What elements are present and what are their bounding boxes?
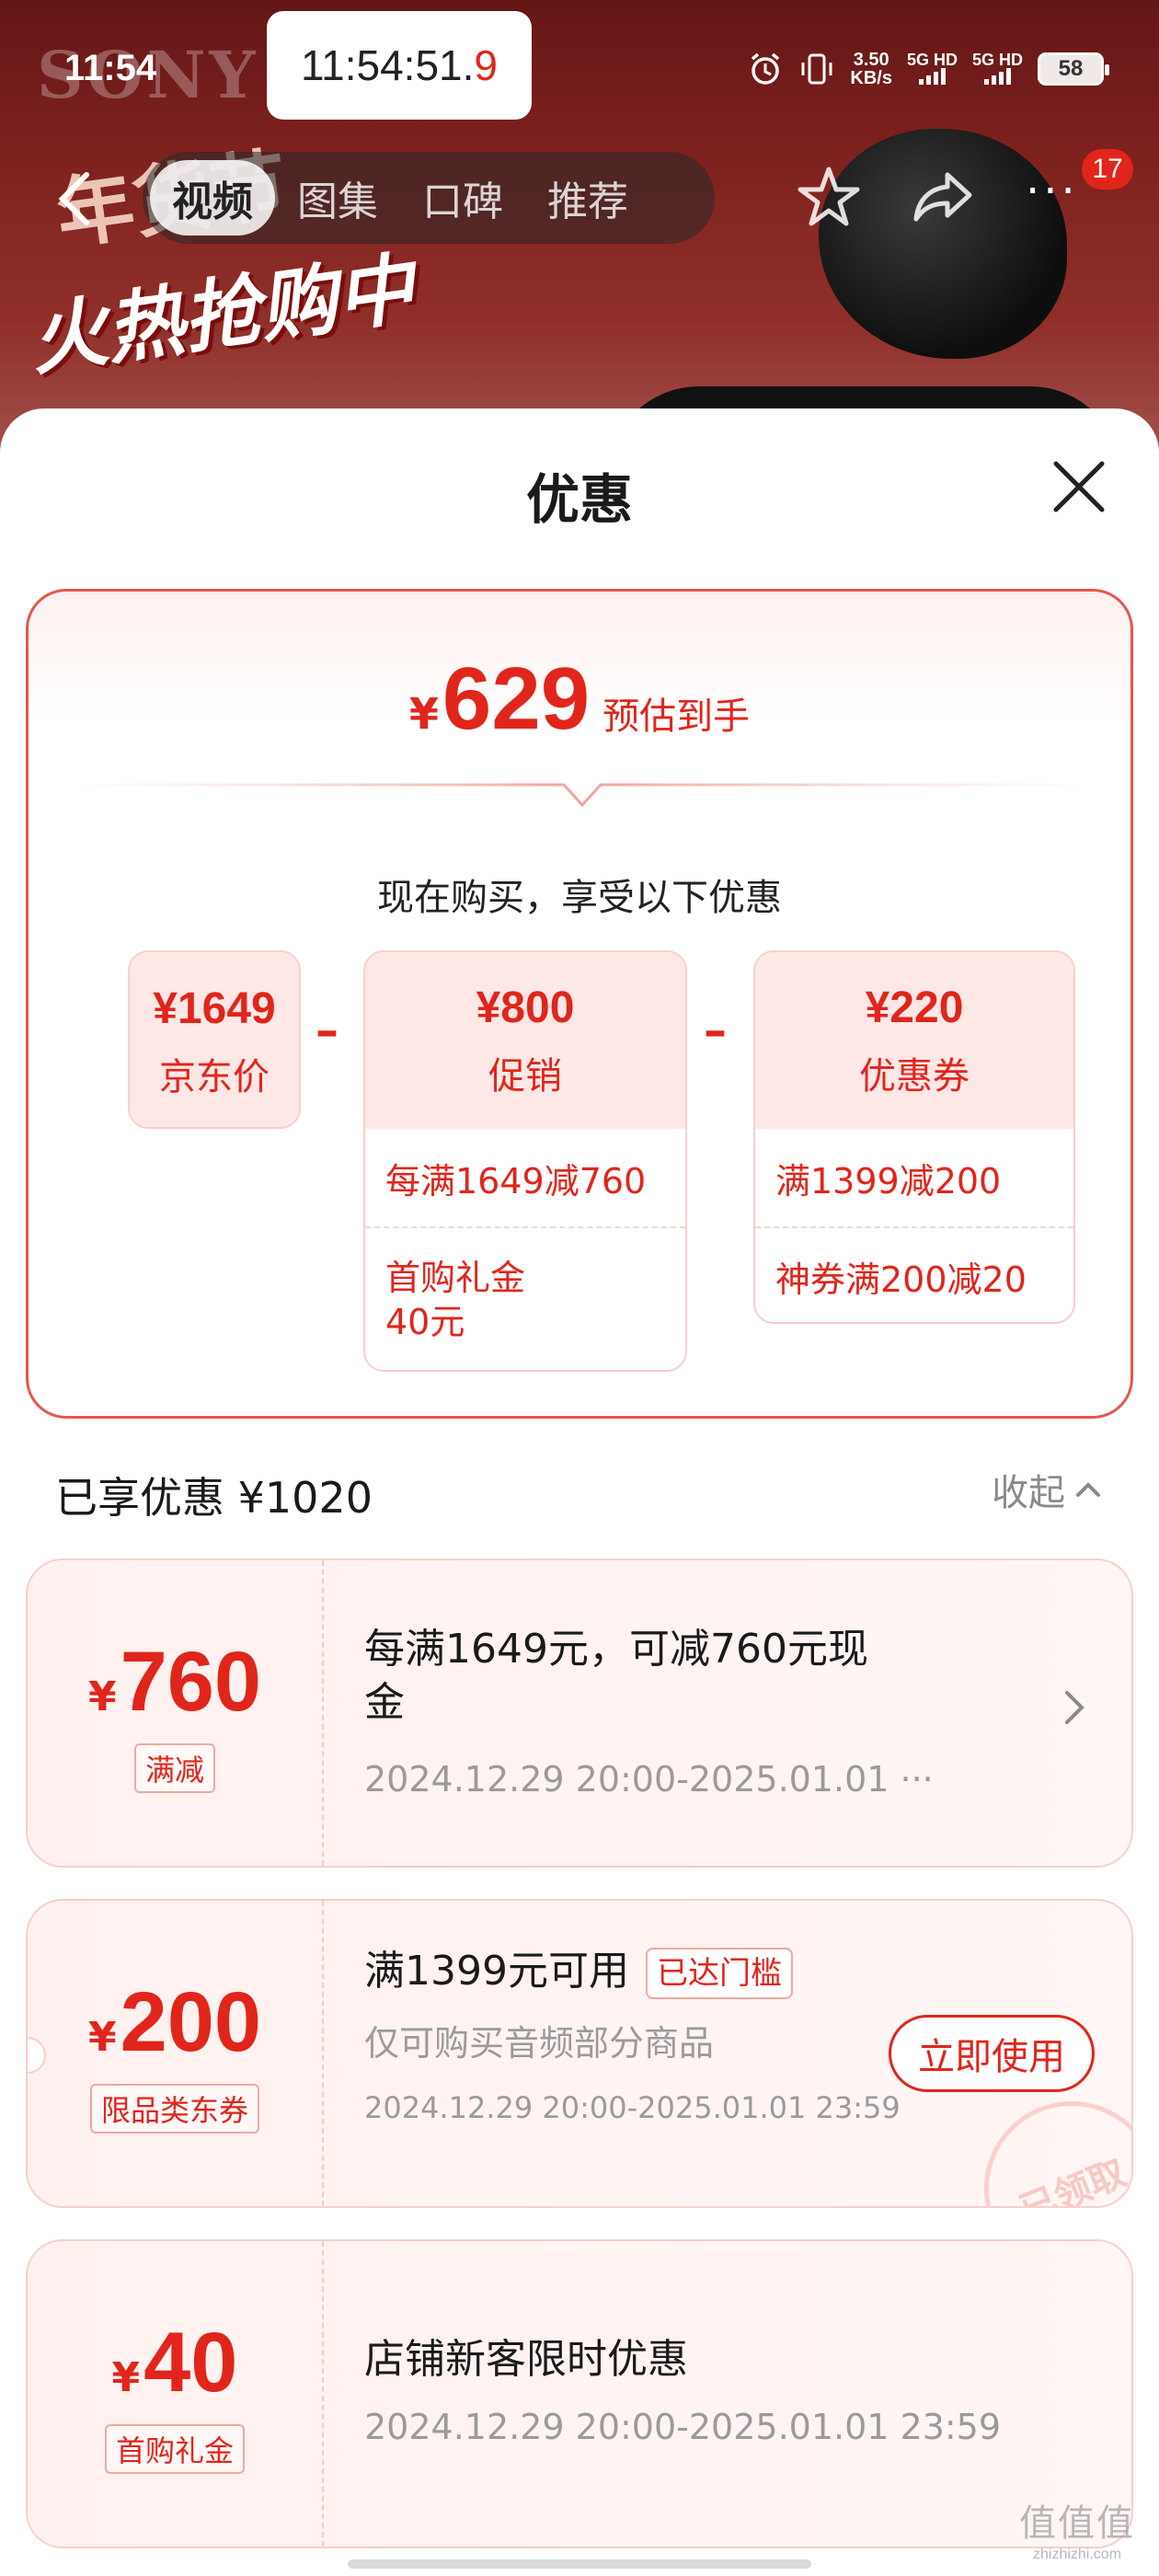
- summary-subtitle: 现在购买，享受以下优惠: [377, 877, 782, 919]
- battery-indicator: 58: [1038, 52, 1109, 86]
- tab-recommend[interactable]: 推荐: [525, 160, 650, 236]
- jd-price-label: 京东价: [159, 1055, 270, 1098]
- status-bar: 11:54 11:54:51. 9 3.50 KB/s 5G HD 5G HD 5…: [0, 0, 1159, 138]
- tab-reviews[interactable]: 口碑: [400, 160, 525, 236]
- discount-card-first-purchase: ¥ 40 首购礼金 店铺新客限时优惠 2024.12.29 20:00-2025…: [26, 2239, 1133, 2548]
- close-button[interactable]: [1049, 456, 1109, 517]
- coupon-validity: 2024.12.29 20:00-2025.01.01 23:59: [364, 2090, 901, 2125]
- threshold-reached-badge: 已达门槛: [645, 1948, 793, 1999]
- sim1-label: 5G HD: [906, 50, 958, 69]
- coupon-label: 优惠券: [859, 1054, 970, 1098]
- coupon-detail: 满1399减200: [775, 1160, 1002, 1202]
- clock-fraction: 9: [474, 41, 499, 89]
- sim2-label: 5G HD: [971, 50, 1023, 69]
- minus-sign: –: [316, 1004, 339, 1057]
- promotion-detail: 每满1649减760: [385, 1160, 647, 1202]
- chevron-right-icon[interactable]: [1056, 1680, 1093, 1735]
- coupon-validity: 2024.12.29 20:00-2025.01.01 23:59: [364, 2407, 1002, 2447]
- coupon-type-tag: 满减: [133, 1742, 215, 1793]
- vibrate-icon: [798, 51, 835, 87]
- estimated-price-label: 预估到手: [602, 696, 751, 738]
- jd-price-box: ¥1649 京东价: [128, 950, 301, 1129]
- price-summary-card: ¥ 629 预估到手 现在购买，享受以下优惠 ¥1649 京东价 – ¥800 …: [26, 589, 1133, 1419]
- top-navigation: 视频 图集 口碑 推荐 ··· 17: [0, 147, 1159, 248]
- back-button[interactable]: [55, 169, 92, 236]
- discount-sheet: 优惠 ¥ 629 预估到手 现在购买，享受以下优惠 ¥1649 京东价 – ¥8…: [0, 408, 1159, 2576]
- dashed-separator: [322, 1901, 324, 2206]
- tab-gallery[interactable]: 图集: [275, 160, 400, 236]
- network-speed-value: 3.50: [853, 50, 889, 70]
- estimated-price: ¥ 629 预估到手: [29, 649, 1130, 750]
- chevron-up-icon: [1076, 1482, 1100, 1497]
- coupon-scope: 仅可购买音频部分商品: [364, 2023, 715, 2064]
- enjoyed-discount-total: 已享优惠 ¥1020: [55, 1473, 373, 1523]
- tab-video[interactable]: 视频: [150, 160, 275, 236]
- watermark-url: zhizhizhi.com: [1032, 2547, 1122, 2562]
- coupon-box: ¥220 优惠券 满1399减200 神券满200减20: [753, 950, 1075, 1324]
- coupon-amount: 200: [120, 1974, 262, 2069]
- coupon-type-tag: 首购礼金: [104, 2423, 245, 2474]
- coupon-title-row: 满1399元可用 已达门槛: [364, 1945, 793, 1999]
- promotion-box: ¥800 促销 每满1649减760 首购礼金 40元: [363, 950, 687, 1372]
- coupon-amount-area: ¥ 40 首购礼金: [28, 2241, 322, 2547]
- currency-symbol: ¥: [87, 1673, 117, 1720]
- more-button[interactable]: ···: [1026, 166, 1079, 217]
- coupon-amount: 40: [143, 2315, 238, 2409]
- currency-symbol: ¥: [111, 2353, 141, 2401]
- media-tabs: 视频 图集 口碑 推荐: [143, 152, 715, 244]
- coupon-amount-area: ¥ 200 限品类东券: [28, 1901, 322, 2206]
- network-speed-unit: KB/s: [850, 68, 892, 88]
- coupon-title: 满1399元可用: [364, 1948, 629, 1995]
- promotion-label: 促销: [488, 1054, 562, 1098]
- close-icon: [1053, 461, 1105, 512]
- coupon-title: 店铺新客限时优惠: [364, 2336, 688, 2383]
- sim1-signal: 5G HD: [907, 52, 958, 87]
- coupon-title: 每满1649元，可减760元现 金: [364, 1626, 868, 1726]
- claimed-stamp-label: 已领取: [1014, 2151, 1132, 2208]
- coupon-amount: 760: [120, 1634, 262, 1729]
- coupon-detail: 神券满200减20: [755, 1226, 1073, 1322]
- coupon-validity: 2024.12.29 20:00-2025.01.01 ···: [364, 1759, 934, 1800]
- collapse-button[interactable]: 收起: [992, 1463, 1102, 1516]
- status-time: 11:54: [64, 48, 157, 88]
- signal-bars-icon: [918, 67, 946, 85]
- share-icon: [913, 172, 972, 222]
- jd-price-value: ¥1649: [153, 983, 276, 1033]
- pointer-divider: [65, 783, 1099, 808]
- watermark-logo: 值值值: [1019, 2502, 1135, 2545]
- minus-sign: –: [704, 1004, 727, 1057]
- coupon-value: ¥220: [865, 983, 964, 1032]
- notification-badge: 17: [1082, 149, 1133, 190]
- collapse-label: 收起: [992, 1472, 1065, 1514]
- chevron-left-icon: [58, 172, 89, 225]
- home-indicator[interactable]: [348, 2559, 811, 2569]
- coupon-type-tag: 限品类东券: [89, 2083, 259, 2133]
- favorite-button[interactable]: [796, 164, 862, 230]
- site-watermark: 值值值 zhizhizhi.com: [1019, 2493, 1135, 2563]
- discount-card-full-reduction[interactable]: ¥ 760 满减 每满1649元，可减760元现 金 2024.12.29 20…: [26, 1558, 1133, 1868]
- clock-main: 11:54:51.: [300, 41, 475, 89]
- dashed-separator: [322, 1560, 324, 1866]
- star-icon: [798, 167, 860, 226]
- claimed-stamp: 已领取: [958, 2075, 1132, 2208]
- currency-symbol: ¥: [408, 689, 439, 739]
- sim2-signal: 5G HD: [972, 52, 1023, 87]
- coupon-amount-area: ¥ 760 满减: [28, 1560, 322, 1866]
- dashed-separator: [322, 2241, 324, 2547]
- floating-clock: 11:54:51. 9: [267, 11, 532, 120]
- promotion-detail: 首购礼金 40元: [365, 1226, 685, 1370]
- share-button[interactable]: [911, 164, 977, 230]
- sheet-title: 优惠: [525, 468, 633, 531]
- status-icons: 3.50 KB/s 5G HD 5G HD 58: [747, 51, 1109, 87]
- promotion-value: ¥800: [476, 983, 575, 1032]
- estimated-price-value: 629: [442, 650, 591, 748]
- discount-card-category-coupon: ¥ 200 限品类东券 满1399元可用 已达门槛 仅可购买音频部分商品 2024…: [26, 1899, 1133, 2208]
- network-speed: 3.50 KB/s: [850, 51, 892, 87]
- currency-symbol: ¥: [87, 2013, 117, 2061]
- alarm-icon: [747, 51, 784, 87]
- use-now-button[interactable]: 立即使用: [889, 2015, 1095, 2092]
- signal-bars-icon: [983, 67, 1011, 85]
